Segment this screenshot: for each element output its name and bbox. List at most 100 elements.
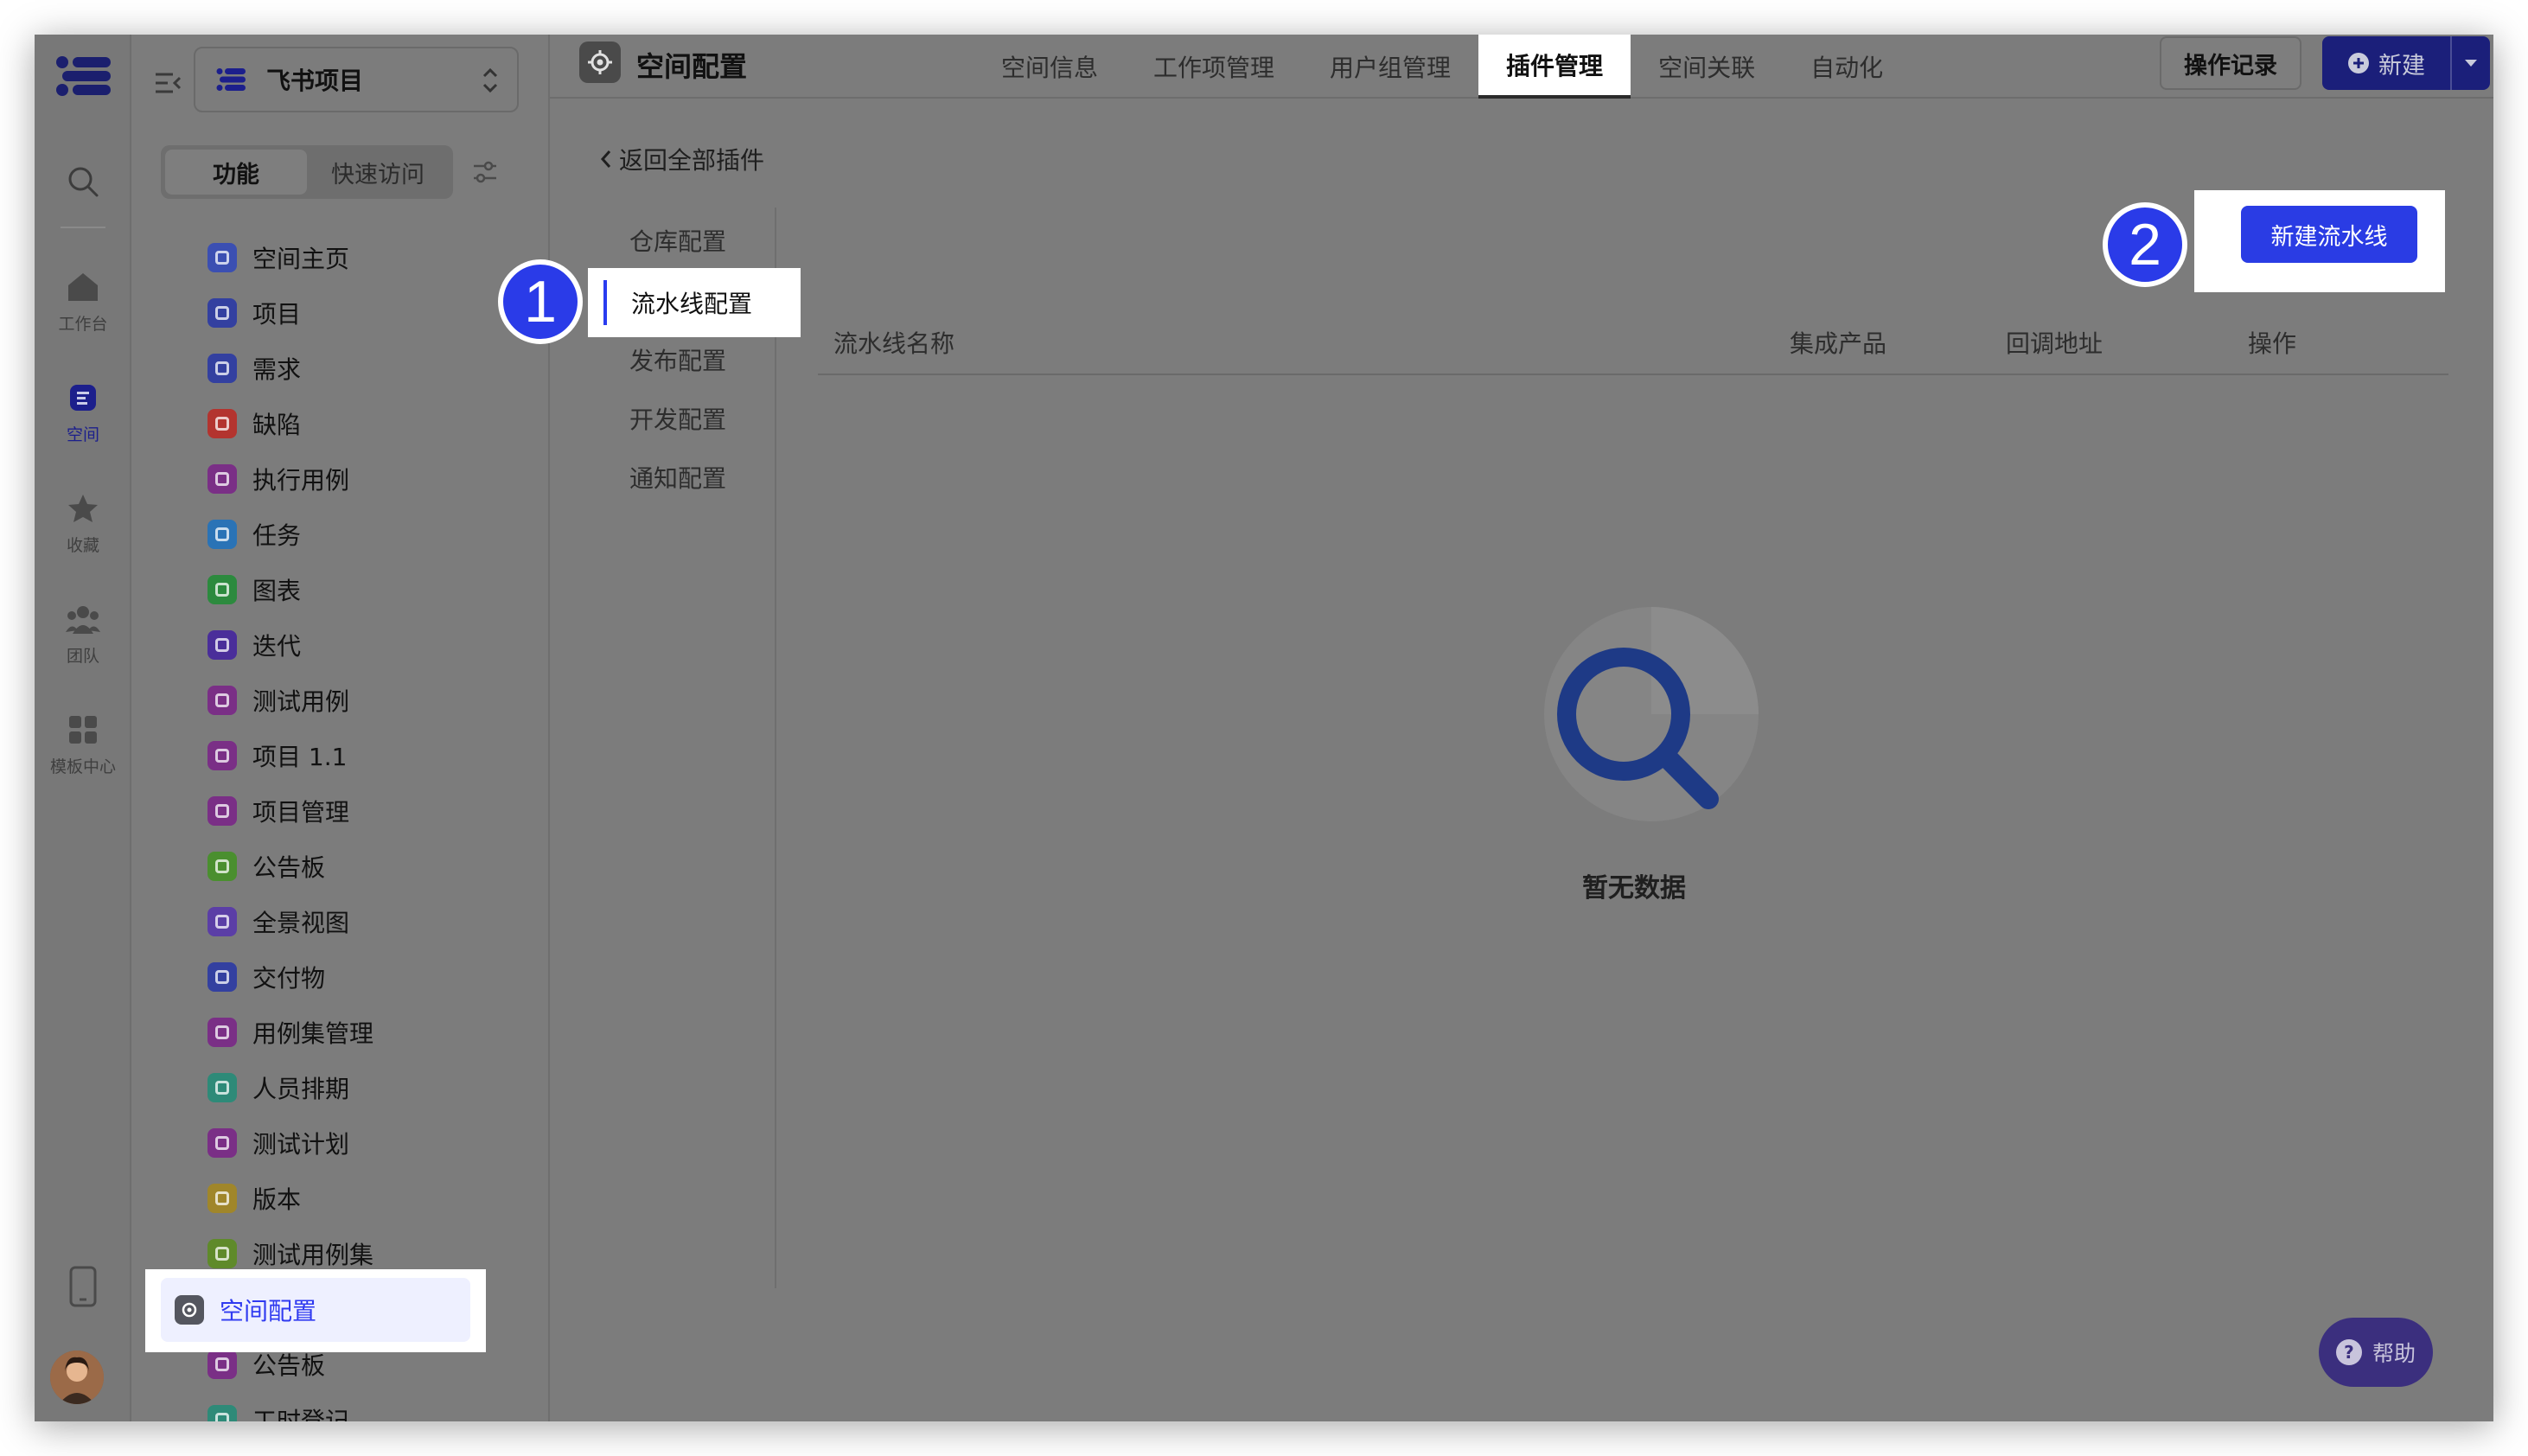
tab-automation[interactable]: 自动化 (1783, 35, 1911, 99)
project-selector[interactable]: 飞书项目 (194, 47, 519, 112)
sidebar-mode-switch: 功能 快速访问 (161, 145, 453, 199)
sidebar-item-label: 测试计划 (252, 1130, 350, 1159)
sidebar-item-label: 空间主页 (252, 245, 350, 273)
back-to-all-plugins-link[interactable]: 返回全部插件 (598, 142, 764, 176)
sidebar-item[interactable]: 空间主页 (131, 230, 550, 285)
sidebar-item-label: 测试用例 (252, 687, 350, 716)
sidebar-item-icon (207, 464, 237, 494)
sidebar: 飞书项目 功能 快速访问 空间主页项目需求缺陷执行用例任务图表迭代测试用例项目 … (131, 35, 550, 1421)
sidebar-item[interactable]: 全景视图 (131, 894, 550, 949)
sidebar-item-icon (207, 298, 237, 328)
rail-item-team[interactable]: 团队 (35, 600, 131, 686)
sidebar-item[interactable]: 公告板 (131, 839, 550, 894)
page-title: 空间配置 (636, 50, 748, 83)
app-logo-icon[interactable] (50, 54, 116, 99)
sidebar-item-icon (207, 243, 237, 272)
tab-features[interactable]: 功能 (165, 150, 307, 195)
tab-work-item-management[interactable]: 工作项管理 (1126, 35, 1302, 99)
tab-user-group-management[interactable]: 用户组管理 (1302, 35, 1478, 99)
settings-icon (579, 42, 621, 83)
new-dropdown-button[interactable] (2452, 36, 2490, 90)
new-button: 新建 (2322, 36, 2490, 90)
tab-space-info[interactable]: 空间信息 (974, 35, 1126, 99)
rail-label: 空间 (66, 425, 99, 444)
pipeline-table-header: 流水线名称 集成产品 回调地址 操作 (818, 311, 2448, 375)
operation-log-button[interactable]: 操作记录 (2160, 36, 2301, 90)
sidebar-item-space-config[interactable]: 空间配置 (145, 1269, 486, 1352)
chevron-left-icon (600, 150, 611, 168)
tab-plugin-management[interactable]: 插件管理 (1478, 35, 1631, 99)
sidebar-item[interactable]: 版本 (131, 1171, 550, 1226)
create-pipeline-button[interactable]: 新建流水线 (2241, 206, 2417, 263)
chevron-updown-icon (482, 67, 498, 93)
sidebar-item[interactable]: 交付物 (131, 949, 550, 1005)
project-name: 飞书项目 (266, 67, 364, 95)
column-actions: 操作 (2248, 329, 2297, 358)
sidebar-item[interactable]: 项目 (131, 285, 550, 341)
sidebar-item-icon (207, 686, 237, 715)
sidebar-item-label: 缺陷 (252, 411, 302, 439)
sidebar-item-space-config-inner: 空间配置 (161, 1278, 470, 1342)
sidebar-item-label: 迭代 (252, 632, 302, 661)
sidebar-item[interactable]: 任务 (131, 507, 550, 562)
settings-icon (175, 1295, 204, 1325)
sidebar-item[interactable]: 用例集管理 (131, 1005, 550, 1060)
subnav-pipeline-config[interactable]: 流水线配置 (588, 268, 801, 337)
sidebar-item[interactable]: 缺陷 (131, 396, 550, 451)
sidebar-item-label: 工时登记 (252, 1407, 350, 1421)
new-main-button[interactable]: 新建 (2322, 36, 2450, 90)
sidebar-item[interactable]: 执行用例 (131, 451, 550, 507)
rail-item-templates[interactable]: 模板中心 (35, 711, 131, 797)
sidebar-item-icon (207, 1018, 237, 1047)
space-icon (64, 379, 102, 417)
sidebar-item[interactable]: 测试计划 (131, 1115, 550, 1171)
sidebar-item-label: 公告板 (252, 1351, 326, 1380)
step-badge-1: 1 (498, 259, 583, 344)
rail-item-favorites[interactable]: 收藏 (35, 489, 131, 576)
rail-divider (61, 227, 105, 228)
sidebar-nav-list: 空间主页 项目 需求 缺陷 执行用例 任务 图表 迭代 测试用例 项目 1.1 项目管理 公告板 全景视… (131, 230, 550, 1421)
subnav-release-config[interactable]: 发布配置 (629, 342, 726, 377)
project-logo-icon (216, 68, 246, 91)
tab-space-association[interactable]: 空间关联 (1631, 35, 1783, 99)
question-icon: ? (2335, 1339, 2362, 1365)
sidebar-item[interactable]: 测试用例 (131, 673, 550, 728)
sidebar-item-icon (207, 962, 237, 992)
sidebar-item[interactable]: 项目管理 (131, 783, 550, 839)
sidebar-item-label: 用例集管理 (252, 1019, 374, 1048)
sidebar-item[interactable]: 工时登记 (131, 1392, 550, 1421)
help-button[interactable]: ? 帮助 (2319, 1318, 2433, 1387)
sidebar-item-label: 项目 (252, 300, 302, 329)
sidebar-item-icon (207, 1128, 237, 1158)
subnav-dev-config[interactable]: 开发配置 (629, 401, 726, 436)
step-badge-2: 2 (2103, 202, 2187, 287)
new-button-label: 新建 (2378, 52, 2425, 80)
top-bar: 空间配置 空间信息 工作项管理 用户组管理 插件管理 空间关联 自动化 操作记录… (550, 35, 2493, 99)
sidebar-item[interactable]: 迭代 (131, 617, 550, 673)
search-icon[interactable] (57, 156, 109, 208)
rail-item-workbench[interactable]: 工作台 (35, 268, 131, 354)
sidebar-item-icon (207, 1350, 237, 1379)
sliders-icon[interactable] (470, 157, 500, 187)
subnav-notify-config[interactable]: 通知配置 (629, 460, 726, 495)
config-tabs: 空间信息 工作项管理 用户组管理 插件管理 空间关联 自动化 (974, 35, 1911, 99)
sidebar-item-label: 公告板 (252, 853, 326, 882)
sidebar-item-label: 测试用例集 (252, 1241, 374, 1269)
sidebar-item[interactable]: 需求 (131, 341, 550, 396)
sidebar-item[interactable]: 人员排期 (131, 1060, 550, 1115)
rail-label: 工作台 (58, 315, 108, 334)
plus-circle-icon (2348, 53, 2369, 73)
sidebar-item-label: 需求 (252, 355, 302, 384)
sidebar-item-label: 项目 1.1 (252, 743, 348, 771)
tab-quick-access[interactable]: 快速访问 (307, 150, 449, 195)
avatar[interactable] (50, 1351, 104, 1404)
collapse-sidebar-icon[interactable] (150, 66, 185, 100)
sidebar-item[interactable]: 项目 1.1 (131, 728, 550, 783)
sidebar-item-label: 空间配置 (220, 1297, 317, 1325)
subnav-repo-config[interactable]: 仓库配置 (629, 223, 726, 258)
rail-item-space[interactable]: 空间 (35, 379, 131, 465)
team-icon (64, 600, 102, 638)
sidebar-item-label: 任务 (252, 521, 302, 550)
sidebar-item[interactable]: 图表 (131, 562, 550, 617)
mobile-icon[interactable] (66, 1264, 100, 1309)
